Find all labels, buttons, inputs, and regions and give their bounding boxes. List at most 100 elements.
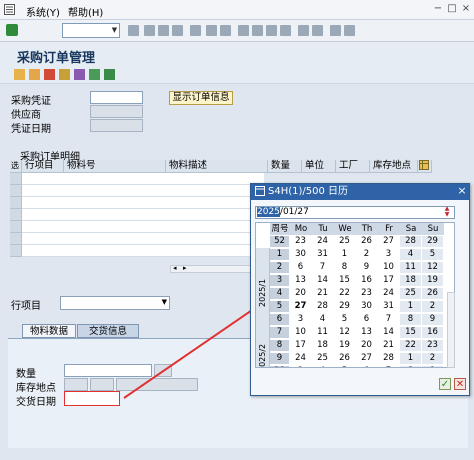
calendar-day[interactable]: 25 [312,353,333,364]
calendar-day[interactable]: 12 [334,327,355,338]
calendar-day[interactable]: 8 [334,262,355,273]
date-spinner[interactable]: ▲ ▼ [441,206,453,219]
calendar-day[interactable]: 30 [290,249,311,260]
calendar-day[interactable]: 28 [312,301,333,312]
calendar-day[interactable]: 6 [290,262,311,273]
week-number[interactable]: 4 [270,288,289,299]
calendar-day[interactable]: 23 [290,236,311,247]
calendar-day[interactable]: 24 [312,236,333,247]
calendar-day[interactable]: 24 [290,353,311,364]
calendar-day[interactable]: 13 [290,275,311,286]
calendar-day[interactable]: 20 [290,288,311,299]
calendar-day[interactable]: 8 [400,314,421,325]
calendar-day[interactable]: 5 [422,249,443,260]
calendar-day[interactable]: 11 [312,327,333,338]
calendar-day[interactable]: 23 [356,288,377,299]
cancel-icon[interactable]: ✕ [454,378,466,390]
calendar-day[interactable]: 19 [422,275,443,286]
week-number[interactable]: 10 [270,366,289,367]
week-number[interactable]: 52 [270,236,289,247]
calendar-day[interactable]: 4 [312,314,333,325]
week-number[interactable]: 1 [270,249,289,260]
calendar-day[interactable]: 30 [356,301,377,312]
calendar-day[interactable]: 6 [356,314,377,325]
calendar-day[interactable]: 17 [290,340,311,351]
week-number[interactable]: 8 [270,340,289,351]
week-number[interactable]: 9 [270,353,289,364]
calendar-day[interactable]: 29 [422,236,443,247]
calendar-day[interactable]: 15 [400,327,421,338]
calendar-day[interactable]: 25 [400,288,421,299]
calendar-grid: 2025/1 2025/2 周号 Mo Tu We Th Fr Sa Su 52 23 24 25 26 27… [255,222,455,368]
calendar-day[interactable]: 18 [400,275,421,286]
calendar-day[interactable]: 14 [378,327,399,338]
calendar-day[interactable]: 29 [334,301,355,312]
calendar-day[interactable]: 3 [290,314,311,325]
calendar-day[interactable]: 1 [400,353,421,364]
calendar-day[interactable]: 4 [312,366,333,367]
calendar-day[interactable]: 18 [312,340,333,351]
calendar-day[interactable]: 9 [422,314,443,325]
calendar-day[interactable]: 12 [422,262,443,273]
calendar-day[interactable]: 28 [400,236,421,247]
week-number[interactable]: 2 [270,262,289,273]
date-rest-text: /01/27 [279,207,309,217]
calendar-day[interactable]: 6 [356,366,377,367]
calendar-day[interactable]: 28 [378,353,399,364]
calendar-day[interactable]: 7 [378,314,399,325]
weekday-header: Mo [290,223,312,235]
calendar-day[interactable]: 7 [312,262,333,273]
calendar-day[interactable]: 23 [422,340,443,351]
calendar-day[interactable]: 2 [422,353,443,364]
calendar-day[interactable]: 1 [334,249,355,260]
calendar-day[interactable]: 2 [356,249,377,260]
calendar-day[interactable]: 26 [334,353,355,364]
calendar-day[interactable]: 19 [334,340,355,351]
calendar-day[interactable]: 13 [356,327,377,338]
calendar-day[interactable]: 31 [378,301,399,312]
calendar-day[interactable]: 26 [356,236,377,247]
weekday-header: Tu [312,223,334,235]
calendar-day[interactable]: 16 [356,275,377,286]
calendar-day[interactable]: 21 [378,340,399,351]
calendar-day[interactable]: 27 [290,301,311,312]
week-number[interactable]: 6 [270,314,289,325]
calendar-day[interactable]: 21 [312,288,333,299]
spin-down-icon[interactable]: ▼ [441,212,453,218]
calendar-day[interactable]: 14 [312,275,333,286]
calendar-day[interactable]: 10 [378,262,399,273]
calendar-day[interactable]: 5 [334,314,355,325]
calendar-day[interactable]: 8 [400,366,421,367]
calendar-day[interactable]: 3 [378,249,399,260]
calendar-day[interactable]: 25 [334,236,355,247]
check-icon[interactable]: ✓ [439,378,451,390]
calendar-day[interactable]: 26 [422,288,443,299]
calendar-scrollbar[interactable] [447,292,455,368]
calendar-day[interactable]: 15 [334,275,355,286]
week-number[interactable]: 5 [270,301,289,312]
calendar-day[interactable]: 22 [400,340,421,351]
calendar-day[interactable]: 1 [400,301,421,312]
calendar-day[interactable]: 27 [378,236,399,247]
close-icon[interactable]: × [456,185,468,197]
calendar-day[interactable]: 17 [378,275,399,286]
week-number[interactable]: 7 [270,327,289,338]
calendar-day[interactable]: 24 [378,288,399,299]
calendar-date-input[interactable]: 2025/01/27 [255,206,455,219]
week-number[interactable]: 3 [270,275,289,286]
calendar-day[interactable]: 20 [356,340,377,351]
calendar-day[interactable]: 22 [334,288,355,299]
calendar-day[interactable]: 31 [312,249,333,260]
calendar-day[interactable]: 10 [290,327,311,338]
calendar-day[interactable]: 11 [400,262,421,273]
calendar-day[interactable]: 16 [422,327,443,338]
calendar-day[interactable]: 9 [356,262,377,273]
calendar-day[interactable]: 9 [422,366,443,367]
calendar-day[interactable]: 4 [400,249,421,260]
calendar-day[interactable]: 5 [334,366,355,367]
calendar-titlebar[interactable]: S4H(1)/500 日历 [251,184,469,200]
calendar-day[interactable]: 3 [290,366,311,367]
calendar-day[interactable]: 7 [378,366,399,367]
calendar-day[interactable]: 2 [422,301,443,312]
calendar-day[interactable]: 27 [356,353,377,364]
